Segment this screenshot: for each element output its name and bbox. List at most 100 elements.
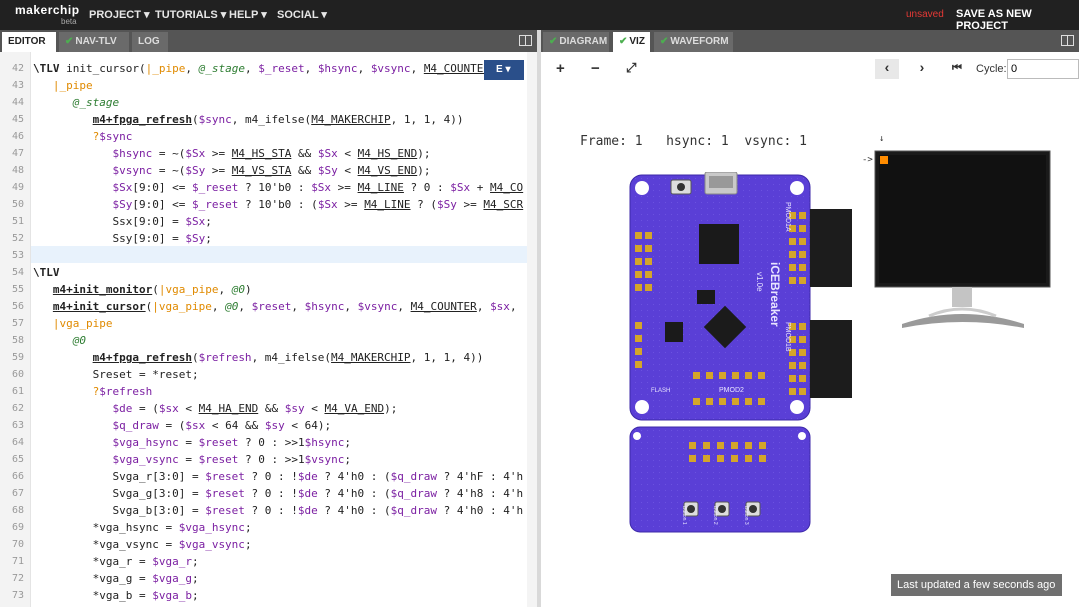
unsaved-status: unsaved — [906, 9, 944, 20]
code-line: $Sy[9:0] <= $_reset ? 10'b0 : ($Sx >= M4… — [112, 198, 524, 211]
cycle-input[interactable] — [1007, 59, 1079, 79]
pin-pad — [745, 398, 752, 405]
tab-nav-tlv-label: NAV-TLV — [75, 36, 117, 47]
cursor-row-marker: -> — [862, 155, 873, 165]
line-number: 43 — [11, 80, 24, 91]
check-icon: ✔ — [65, 36, 74, 47]
line-number: 48 — [11, 165, 24, 176]
code-line: m4+init_cursor(|vga_pipe, @0, $reset, $h… — [52, 300, 517, 313]
pin-pad — [635, 335, 642, 342]
code-line: ?$refresh — [92, 385, 153, 398]
check-icon: ✔ — [660, 36, 669, 47]
step-forward-button[interactable]: › — [910, 59, 934, 79]
pin-pad — [799, 212, 806, 219]
pin-pad — [799, 238, 806, 245]
check-icon: ✔ — [619, 36, 628, 47]
line-number: 55 — [11, 284, 24, 295]
line-number: 58 — [11, 335, 24, 346]
menu-help[interactable]: HELP ▾ — [229, 8, 267, 21]
maximize-panel-icon[interactable] — [1061, 35, 1074, 46]
mounting-hole — [790, 400, 804, 414]
line-number: 62 — [11, 403, 24, 414]
pin-pad — [789, 388, 796, 395]
code-line: *vga_vsync = $vga_vsync; — [33, 538, 252, 551]
pin-pad — [719, 398, 726, 405]
edit-menu-button[interactable]: E ▾ — [484, 60, 524, 80]
fit-view-button[interactable]: ⤢ — [626, 60, 636, 76]
tab-nav-tlv[interactable]: ✔ NAV-TLV — [59, 32, 129, 52]
code-line: Svga_g[3:0] = $reset ? 0 : !$de ? 4'h0 :… — [33, 487, 524, 500]
pin-pad — [799, 225, 806, 232]
code-line: ?$sync — [92, 130, 133, 143]
pin-pad — [635, 361, 642, 368]
pmod2-label: PMOD2 — [719, 387, 744, 394]
menu-social[interactable]: SOCIAL ▾ — [277, 8, 327, 21]
line-number: 56 — [11, 301, 24, 312]
flash-label: FLASH — [651, 388, 670, 394]
pin-pad — [706, 398, 713, 405]
code-line: |vga_pipe — [52, 317, 113, 330]
pmod1b-connector — [810, 320, 852, 398]
pin-pad — [789, 251, 796, 258]
code-line: *vga_b = $vga_b; — [33, 589, 199, 602]
code-line: $vga_vsync = $reset ? 0 : >>1$vsync; — [112, 453, 351, 466]
line-number: 50 — [11, 199, 24, 210]
pin-pad — [719, 372, 726, 379]
code-line: \TLV init_cursor(|_pipe, @_stage, $_rese… — [33, 62, 523, 75]
maximize-panel-icon[interactable] — [519, 35, 532, 46]
line-number: 68 — [11, 505, 24, 516]
first-cycle-button[interactable]: ⏮ — [945, 62, 969, 82]
button-2-cap — [718, 505, 726, 513]
pin-pad — [799, 251, 806, 258]
pin-pad — [799, 336, 806, 343]
pin-pad — [703, 455, 710, 462]
pin-pad — [789, 264, 796, 271]
pin-pad — [645, 284, 652, 291]
line-number: 54 — [11, 267, 24, 278]
pin-pad — [745, 455, 752, 462]
pin-pad — [799, 264, 806, 271]
line-number: 63 — [11, 420, 24, 431]
code-line: Ssx[9:0] = $Sx; — [33, 215, 212, 228]
tab-editor[interactable]: EDITOR — [2, 32, 56, 52]
ftdi-chip — [699, 224, 739, 264]
menu-project[interactable]: PROJECT ▾ — [89, 8, 150, 21]
save-as-new-project-button[interactable]: SAVE AS NEW PROJECT — [956, 8, 1079, 32]
pmod1a-connector — [810, 209, 852, 287]
code-line: *vga_r = $vga_r; — [33, 555, 199, 568]
ubutton-cap — [677, 183, 685, 191]
editor-scrollbar[interactable] — [527, 52, 537, 607]
zoom-out-button[interactable]: − — [591, 60, 600, 77]
button-1-label: Button 1 — [681, 506, 687, 525]
code-line: m4+fpga_refresh($refresh, m4_ifelse(M4_M… — [92, 351, 484, 364]
pin-pad — [759, 455, 766, 462]
menu-tutorials[interactable]: TUTORIALS ▾ — [155, 8, 226, 21]
pin-pad — [789, 375, 796, 382]
code-line: *vga_g = $vga_g; — [33, 572, 199, 585]
pin-pad — [635, 271, 642, 278]
pin-pad — [759, 442, 766, 449]
pin-pad — [799, 349, 806, 356]
tab-viz[interactable]: ✔ VIZ — [613, 32, 650, 52]
zoom-in-button[interactable]: + — [556, 60, 565, 77]
last-updated-toast: Last updated a few seconds ago — [891, 574, 1062, 596]
button-1-cap — [687, 505, 695, 513]
code-editor[interactable]: 42 43 44 45 46 47 48 49 50 51 52 53 54 55 56 57 58 59 60 61… — [0, 52, 537, 607]
makerchip-logo[interactable]: makerchip beta — [15, 3, 79, 27]
tab-editor-label: EDITOR — [8, 36, 46, 47]
line-number: 44 — [11, 97, 24, 108]
line-number: 70 — [11, 539, 24, 550]
mounting-hole — [635, 181, 649, 195]
line-number: 49 — [11, 182, 24, 193]
step-back-button[interactable]: ‹ — [875, 59, 899, 79]
tab-diagram-label: DIAGRAM — [559, 36, 608, 47]
code-line: Ssy[9:0] = $Sy; — [33, 232, 212, 245]
viewer-tab-bar: ✔ DIAGRAM ✔ VIZ ✔ WAVEFORM — [541, 30, 1079, 52]
tab-waveform[interactable]: ✔ WAVEFORM — [654, 32, 733, 52]
pin-pad — [635, 232, 642, 239]
line-number: 67 — [11, 488, 24, 499]
tab-diagram[interactable]: ✔ DIAGRAM — [543, 32, 609, 52]
tab-log[interactable]: LOG — [132, 32, 168, 52]
line-number: 57 — [11, 318, 24, 329]
line-number: 65 — [11, 454, 24, 465]
